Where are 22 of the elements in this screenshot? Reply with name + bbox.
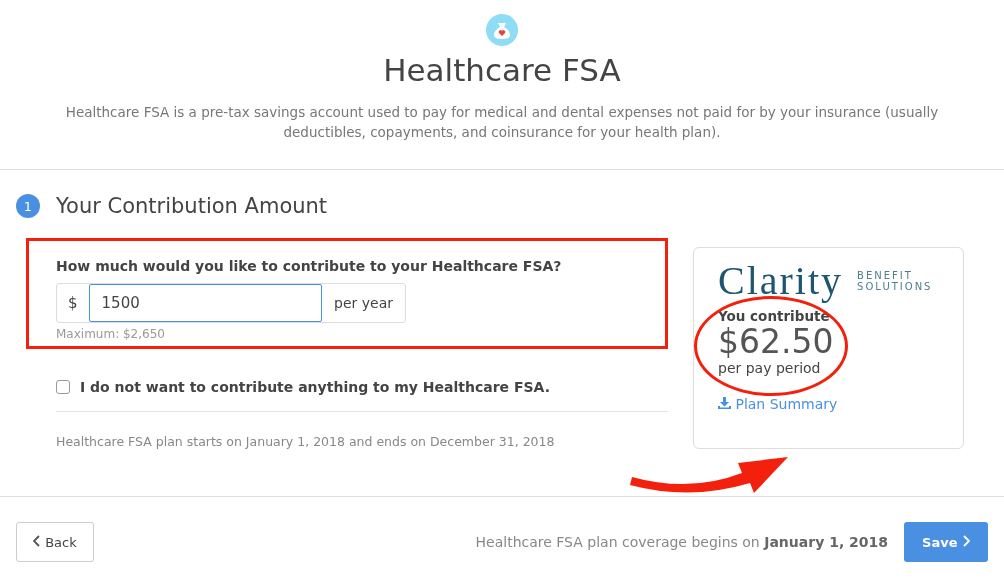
logo-tagline: BENEFIT xyxy=(857,270,914,281)
contribution-period: per pay period xyxy=(718,360,822,376)
contribution-amount: $62.50 xyxy=(718,324,835,360)
maximum-hint: Maximum: $2,650 xyxy=(56,327,166,341)
chevron-right-icon xyxy=(962,534,970,547)
question-label: How much would you like to contribute to your Healthcare FSA? xyxy=(56,258,563,274)
checkbox-label: I do not want to contribute anything to my Healthcare FSA. xyxy=(80,379,550,395)
logo-tagline: SOLUTIONS xyxy=(857,281,933,292)
download-icon xyxy=(718,397,731,409)
page-description: Healthcare FSA is a pre-tax savings account used to pay for medical and dental expenses not paid for by your insurance (usually deductibles, copayments, and coinsurance for your health plan). xyxy=(64,103,940,142)
money-bag-icon xyxy=(486,14,518,46)
plan-dates-text: Healthcare FSA plan starts on January 1, 2018 and ends on December 31, 2018 xyxy=(56,411,668,449)
checkbox[interactable] xyxy=(56,380,70,394)
chevron-left-icon xyxy=(33,534,41,547)
section-title: Your Contribution Amount xyxy=(56,194,328,218)
amount-field[interactable]: $ 1500 per year xyxy=(56,283,406,323)
logo-name: Clarity xyxy=(718,258,844,304)
back-button[interactable]: Back xyxy=(16,522,94,562)
coverage-text: Healthcare FSA plan coverage begins on January 1, 2018 xyxy=(475,534,889,550)
contribution-label: You contribute xyxy=(718,308,831,324)
page-title: Healthcare FSA xyxy=(382,52,622,88)
step-number: 1 xyxy=(16,194,40,218)
